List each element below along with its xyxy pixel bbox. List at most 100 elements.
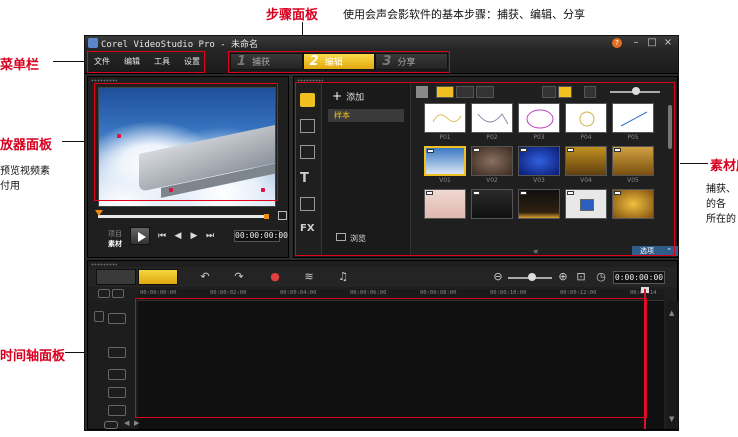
add-folder-button[interactable]: + 添加	[332, 89, 364, 103]
title-bar[interactable]: Corel VideoStudio Pro - 未命名 ? – □ ×	[85, 36, 678, 50]
zoom-out-icon[interactable]: ⊖	[491, 271, 505, 283]
show-photos-toggle[interactable]	[456, 86, 474, 98]
music-track-icon[interactable]	[108, 405, 126, 416]
help-button[interactable]: ?	[612, 38, 622, 48]
library-thumbnail[interactable]: P01	[424, 103, 466, 142]
title-track-icon[interactable]	[108, 369, 126, 380]
play-button[interactable]	[130, 227, 150, 245]
library-thumbnail[interactable]: P02	[471, 103, 513, 142]
library-thumbnail[interactable]	[471, 189, 513, 228]
media-category-icon[interactable]	[300, 93, 315, 107]
home-icon[interactable]: ⏮	[156, 230, 168, 242]
auto-music-icon[interactable]: ♫	[336, 271, 350, 283]
timeline-vertical-scrollbar[interactable]: ▲ ▼	[666, 301, 678, 429]
browse-button[interactable]: 浏览	[336, 233, 366, 244]
trim-end-handle[interactable]	[264, 214, 269, 219]
timeline-ruler[interactable]: 00:00:00:00 00:00:02:00 00:00:04:00 00:0…	[138, 289, 664, 301]
menu-tools[interactable]: 工具	[147, 53, 177, 71]
thumbnail-image	[424, 146, 466, 176]
library-thumbnail[interactable]	[565, 189, 607, 228]
instant-project-icon[interactable]	[300, 119, 315, 133]
scroll-left-icon[interactable]: ◀	[124, 419, 129, 427]
transition-icon[interactable]	[300, 145, 315, 159]
chapter-point-icon[interactable]	[112, 289, 124, 298]
overlay-track-icon[interactable]	[108, 347, 126, 358]
sketch-art	[579, 111, 595, 127]
library-thumbnail[interactable]	[612, 189, 654, 228]
crop-marker[interactable]	[261, 188, 265, 192]
voice-track-icon[interactable]	[108, 387, 126, 398]
library-thumbnail[interactable]	[424, 189, 466, 228]
library-thumbnail[interactable]: P04	[565, 103, 607, 142]
player-timecode[interactable]: 00:00:00:00	[234, 230, 288, 242]
import-folder-icon[interactable]	[416, 86, 428, 98]
close-button[interactable]: ×	[662, 37, 674, 49]
step-edit[interactable]: 2 编辑	[302, 53, 376, 70]
sort-icon[interactable]	[584, 86, 596, 98]
options-button[interactable]: 选项 ⌃	[632, 246, 678, 256]
mode-clip-label[interactable]: 素材	[108, 239, 122, 249]
step-share[interactable]: 3 分享	[375, 53, 449, 70]
zoom-in-icon[interactable]: ⊕	[556, 271, 570, 283]
scrubber-bar[interactable]	[98, 215, 266, 218]
timeline-panel-leader	[65, 352, 86, 353]
library-thumbnail[interactable]	[518, 189, 560, 228]
library-thumbnail[interactable]: P03	[518, 103, 560, 142]
graphic-icon[interactable]	[300, 197, 315, 211]
undo-icon[interactable]: ↶	[198, 271, 212, 283]
enlarge-icon[interactable]	[278, 211, 287, 220]
record-capture-icon[interactable]: ●	[268, 271, 282, 283]
sound-mixer-icon[interactable]: ≋	[302, 271, 316, 283]
mode-project-label[interactable]: 项目	[108, 229, 122, 239]
scroll-up-icon[interactable]: ▲	[669, 309, 674, 317]
video-track-icon[interactable]	[108, 313, 126, 324]
crop-marker[interactable]	[117, 134, 121, 138]
show-videos-toggle[interactable]	[436, 86, 454, 98]
timeline-timecode[interactable]: 0:00:00:00	[613, 271, 665, 284]
storyboard-view-button[interactable]	[96, 269, 136, 285]
library-thumbnail[interactable]: V05	[612, 146, 654, 185]
collapse-folders-icon[interactable]: «	[533, 247, 539, 257]
next-frame-icon[interactable]: ▶	[188, 230, 200, 242]
menu-edit[interactable]: 编辑	[117, 53, 147, 71]
menu-settings[interactable]: 设置	[177, 53, 207, 71]
video-badge-icon	[614, 148, 621, 152]
thumbnail-view-icon[interactable]	[558, 86, 572, 98]
trim-start-handle[interactable]	[95, 210, 103, 216]
video-badge-icon	[567, 148, 574, 152]
maximize-button[interactable]: □	[646, 37, 658, 49]
zoom-slider-knob[interactable]	[528, 273, 536, 281]
library-thumbnail[interactable]: V04	[565, 146, 607, 185]
library-thumbnail[interactable]: P05	[612, 103, 654, 142]
step-capture[interactable]: 1 捕获	[230, 53, 303, 70]
show-audio-toggle[interactable]	[476, 86, 494, 98]
panel-grip[interactable]	[91, 263, 117, 266]
scroll-right-icon[interactable]: ▶	[134, 419, 139, 427]
library-thumbnail[interactable]: V02	[471, 146, 513, 185]
filter-icon[interactable]: FX	[300, 223, 315, 237]
library-scrollbar[interactable]	[668, 105, 672, 149]
track-manager-icon[interactable]	[98, 289, 110, 298]
end-icon[interactable]: ⏭	[204, 230, 216, 242]
menu-file[interactable]: 文件	[87, 53, 117, 71]
title-icon[interactable]: T	[300, 171, 315, 186]
panel-grip[interactable]	[91, 79, 117, 82]
video-track-toggle[interactable]	[94, 311, 104, 322]
library-thumbnail[interactable]: V01	[424, 146, 466, 185]
scroll-down-icon[interactable]: ▼	[669, 415, 674, 423]
fit-project-icon[interactable]: ⊡	[574, 271, 588, 283]
panel-grip[interactable]	[297, 79, 323, 82]
timeline-view-button[interactable]	[138, 269, 178, 285]
playhead-line[interactable]	[644, 289, 646, 429]
list-view-icon[interactable]	[542, 86, 556, 98]
folder-item-sample[interactable]: 样本	[328, 109, 404, 122]
thumbnail-size-knob[interactable]	[632, 87, 640, 95]
previous-frame-icon[interactable]: ◀	[172, 230, 184, 242]
library-thumbnail[interactable]: V03	[518, 146, 560, 185]
redo-icon[interactable]: ↷	[232, 271, 246, 283]
play-mode-selector[interactable]: 项目 素材	[108, 229, 122, 249]
timeline-nav-toggle[interactable]	[104, 421, 118, 429]
minimize-button[interactable]: –	[630, 37, 642, 49]
timeline-track-area[interactable]	[138, 301, 664, 429]
crop-marker[interactable]	[169, 188, 173, 192]
